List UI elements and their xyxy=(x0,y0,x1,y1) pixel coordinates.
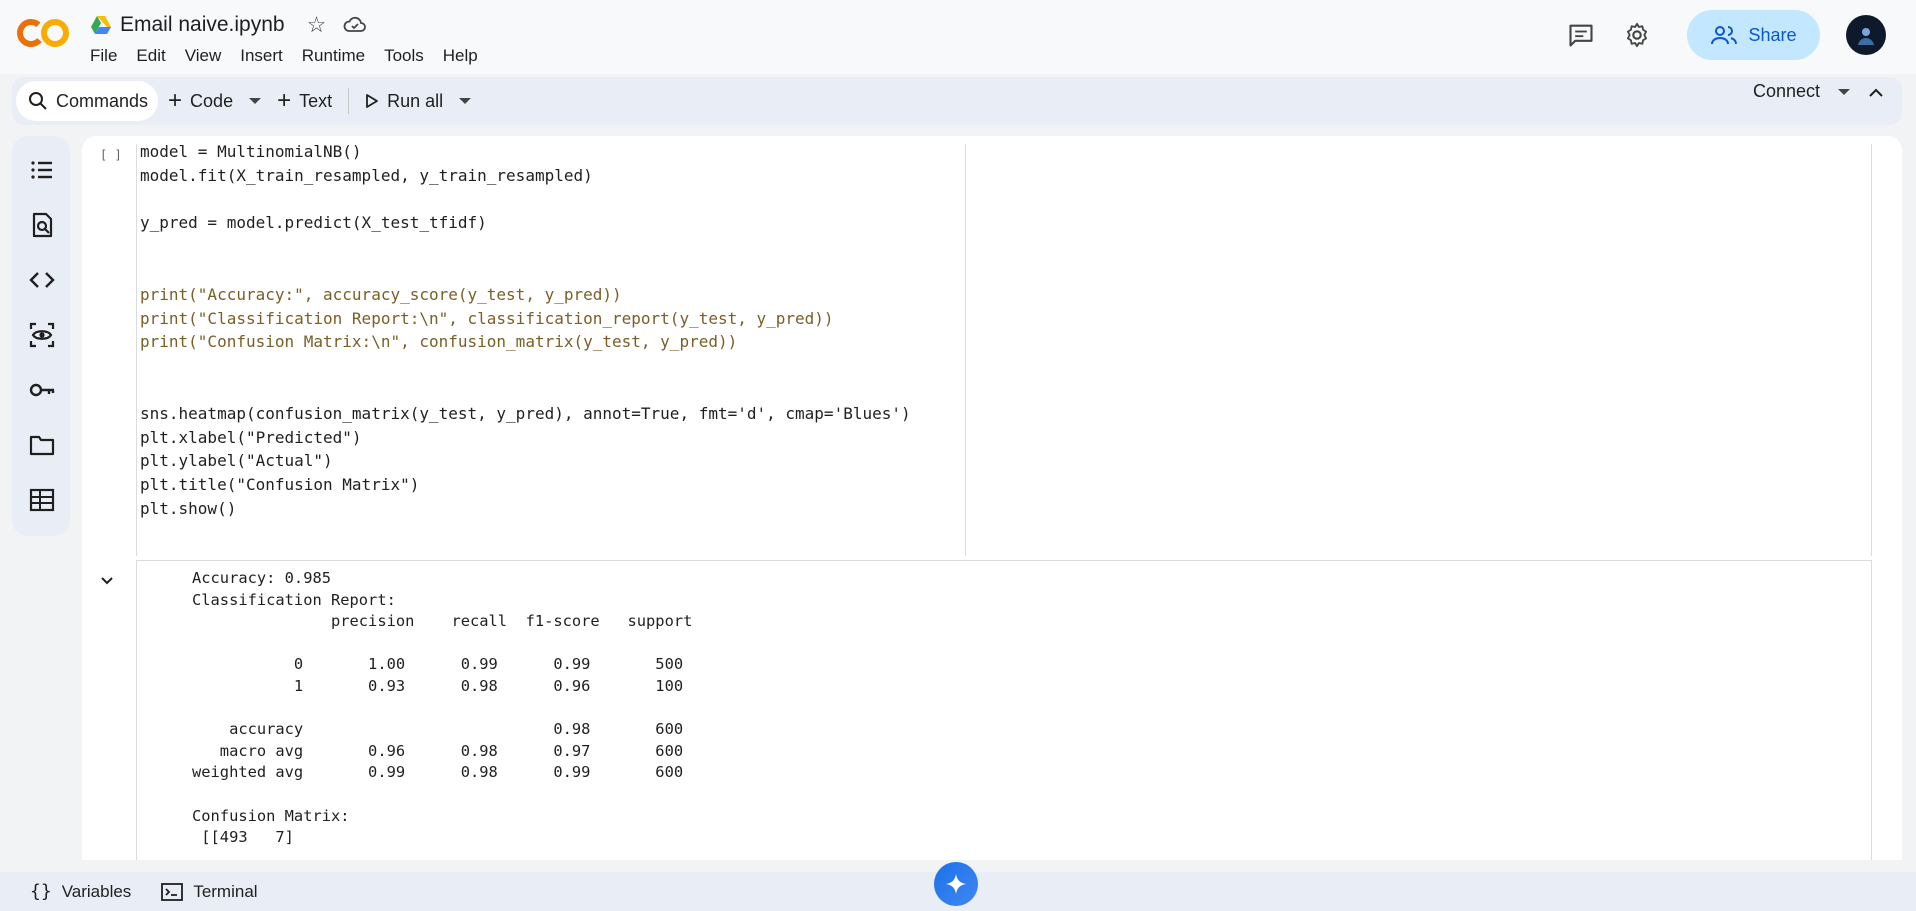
terminal-button[interactable]: Terminal xyxy=(161,881,258,902)
output-line: 0 1.00 0.99 0.99 500 xyxy=(192,655,684,674)
gemini-button[interactable] xyxy=(934,862,978,906)
add-code-button[interactable]: + Code xyxy=(158,81,243,121)
menu-edit[interactable]: Edit xyxy=(136,46,165,66)
notebook-title[interactable]: Email naive.ipynb xyxy=(120,13,285,37)
output-line: accuracy 0.98 600 xyxy=(192,720,684,739)
find-icon[interactable] xyxy=(28,211,56,239)
cell-output-text: Accuracy: 0.985 Classification Report: p… xyxy=(192,568,692,849)
colab-logo[interactable] xyxy=(16,14,70,52)
menu-insert[interactable]: Insert xyxy=(240,46,283,66)
left-sidebar xyxy=(12,136,70,536)
code-line: model = MultinomialNB() xyxy=(140,142,362,161)
toolbar-right: Connect xyxy=(1753,81,1884,102)
notebook-toolbar: Commands + Code + Text Run all Connect xyxy=(12,77,1902,125)
connect-dropdown-icon[interactable] xyxy=(1838,88,1850,95)
commands-button[interactable]: Commands xyxy=(16,81,159,121)
terminal-icon xyxy=(161,882,184,901)
caret-down-icon xyxy=(249,98,262,104)
code-line: plt.xlabel("Predicted") xyxy=(140,427,362,447)
play-icon xyxy=(366,94,379,108)
secrets-key-icon[interactable] xyxy=(28,376,56,404)
run-all-label: Run all xyxy=(387,90,444,111)
output-line: 1 0.93 0.98 0.96 100 xyxy=(192,676,684,695)
collapse-output-chevron-icon[interactable] xyxy=(98,572,116,590)
menu-view[interactable]: View xyxy=(185,46,222,66)
people-icon xyxy=(1711,26,1738,45)
add-code-label: Code xyxy=(190,90,234,111)
google-drive-icon[interactable] xyxy=(90,15,112,35)
variables-inspector-icon[interactable] xyxy=(28,321,56,349)
cell-execution-count[interactable]: [ ] xyxy=(100,148,122,162)
search-icon xyxy=(29,92,47,110)
star-icon[interactable]: ☆ xyxy=(307,13,331,37)
menu-tools[interactable]: Tools xyxy=(384,46,424,66)
title-row: Email naive.ipynb ☆ xyxy=(90,12,367,38)
commands-label: Commands xyxy=(56,90,149,111)
output-line: [[493 7] xyxy=(192,828,294,847)
add-code-dropdown[interactable] xyxy=(243,81,267,121)
add-text-label: Text xyxy=(299,90,333,111)
settings-button[interactable] xyxy=(1615,13,1659,57)
output-line: Confusion Matrix: xyxy=(192,806,350,825)
plus-icon: + xyxy=(277,87,292,114)
editor-right-pane xyxy=(966,144,1872,556)
collapse-chevron-up-icon[interactable] xyxy=(1868,86,1884,98)
avatar-image xyxy=(1858,28,1874,45)
table-of-contents-icon[interactable] xyxy=(28,156,56,184)
plus-icon: + xyxy=(168,87,183,114)
output-line: Accuracy: 0.985 xyxy=(192,569,331,587)
user-avatar[interactable] xyxy=(1846,15,1886,55)
code-line: model.fit(X_train_resampled, y_train_res… xyxy=(140,165,593,185)
output-line: precision recall f1-score support xyxy=(192,612,693,631)
data-table-icon[interactable] xyxy=(28,486,56,514)
toolbar-divider xyxy=(348,88,350,114)
app-header: Email naive.ipynb ☆ File Edit View Inser… xyxy=(0,0,1916,74)
gear-icon xyxy=(1626,22,1648,48)
variables-button[interactable]: {} Variables xyxy=(30,881,131,902)
menu-help[interactable]: Help xyxy=(443,46,478,66)
add-text-button[interactable]: + Text xyxy=(267,81,342,121)
connect-button[interactable]: Connect xyxy=(1753,81,1820,102)
comments-button[interactable] xyxy=(1559,13,1603,57)
comment-icon xyxy=(1569,24,1593,47)
code-cell-source[interactable]: model = MultinomialNB() model.fit(X_trai… xyxy=(140,140,911,521)
code-line: print("Classification Report:\n", classi… xyxy=(140,308,834,328)
menu-bar: File Edit View Insert Runtime Tools Help xyxy=(90,46,478,66)
menu-file[interactable]: File xyxy=(90,46,117,66)
sparkle-icon xyxy=(946,874,966,894)
caret-down-icon xyxy=(459,98,472,104)
run-all-button[interactable]: Run all xyxy=(355,81,453,121)
output-line: macro avg 0.96 0.98 0.97 600 xyxy=(192,741,684,760)
notebook-area: [ ] model = MultinomialNB() model.fit(X_… xyxy=(82,136,1902,860)
code-line: plt.title("Confusion Matrix") xyxy=(140,475,420,495)
header-actions: Share xyxy=(1559,10,1886,60)
output-line: Classification Report: xyxy=(192,590,396,609)
share-button[interactable]: Share xyxy=(1687,10,1820,60)
code-line: sns.heatmap(confusion_matrix(y_test, y_p… xyxy=(140,403,911,423)
share-label: Share xyxy=(1748,24,1797,45)
variables-label: Variables xyxy=(61,881,132,901)
files-folder-icon[interactable] xyxy=(28,431,56,459)
code-line: print("Confusion Matrix:\n", confusion_m… xyxy=(140,332,738,352)
cloud-saved-icon[interactable] xyxy=(343,13,367,37)
output-line: weighted avg 0.99 0.98 0.99 600 xyxy=(192,763,684,782)
braces-icon: {} xyxy=(30,881,52,902)
terminal-label: Terminal xyxy=(193,881,258,901)
menu-runtime[interactable]: Runtime xyxy=(302,46,365,66)
run-all-dropdown[interactable] xyxy=(453,81,477,121)
code-line: print("Accuracy:", accuracy_score(y_test… xyxy=(140,284,622,304)
code-snippets-icon[interactable] xyxy=(28,266,56,294)
code-line: y_pred = model.predict(X_test_tfidf) xyxy=(140,213,487,233)
code-line: plt.ylabel("Actual") xyxy=(140,451,333,471)
code-line: plt.show() xyxy=(140,498,237,518)
